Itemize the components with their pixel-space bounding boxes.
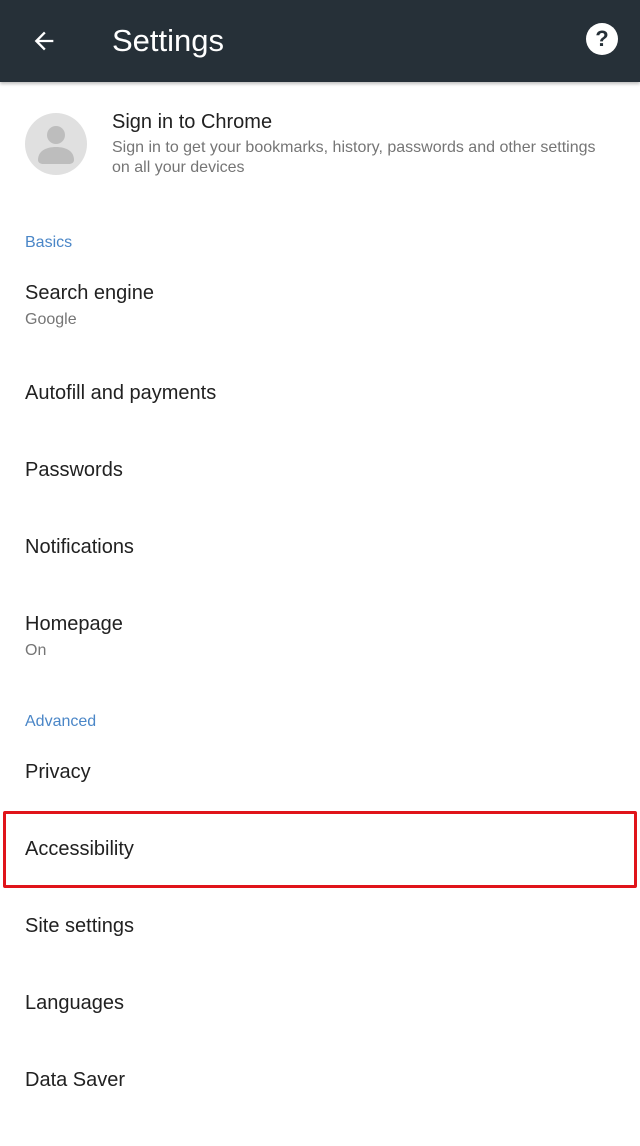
setting-label: Homepage bbox=[25, 613, 123, 635]
section-header-basics: Basics bbox=[25, 234, 73, 251]
setting-label: Languages bbox=[25, 992, 124, 1014]
sign-in-row[interactable]: Sign in to Chrome Sign in to get your bo… bbox=[0, 100, 640, 196]
setting-passwords[interactable]: Passwords bbox=[0, 459, 640, 536]
setting-label: Autofill and payments bbox=[25, 382, 217, 404]
setting-languages[interactable]: Languages bbox=[0, 992, 640, 1069]
setting-label: Accessibility bbox=[25, 838, 134, 860]
setting-data-saver[interactable]: Data Saver bbox=[0, 1069, 640, 1146]
person-icon bbox=[38, 126, 74, 164]
arrow-back-icon bbox=[34, 31, 54, 51]
svg-text:?: ? bbox=[595, 26, 608, 51]
setting-homepage[interactable]: Homepage On bbox=[0, 613, 640, 690]
setting-site-settings[interactable]: Site settings bbox=[0, 915, 640, 992]
setting-search-engine[interactable]: Search engine Google bbox=[0, 282, 640, 359]
setting-value: On bbox=[25, 642, 47, 659]
setting-autofill-and-payments[interactable]: Autofill and payments bbox=[0, 382, 640, 459]
setting-accessibility[interactable]: Accessibility bbox=[0, 838, 640, 915]
setting-privacy[interactable]: Privacy bbox=[0, 761, 640, 838]
section-header-advanced: Advanced bbox=[25, 713, 97, 730]
avatar bbox=[25, 113, 87, 175]
setting-label: Notifications bbox=[25, 536, 134, 558]
setting-label: Passwords bbox=[25, 459, 123, 481]
setting-label: Privacy bbox=[25, 761, 91, 783]
sign-in-subtitle: Sign in to get your bookmarks, history, … bbox=[112, 139, 596, 176]
help-button[interactable]: ? bbox=[583, 20, 621, 58]
page-title: Settings bbox=[112, 23, 225, 58]
back-button[interactable] bbox=[24, 21, 64, 61]
setting-label: Site settings bbox=[25, 915, 134, 937]
setting-notifications[interactable]: Notifications bbox=[0, 536, 640, 613]
help-icon: ? bbox=[586, 23, 618, 55]
setting-value: Google bbox=[25, 311, 77, 328]
sign-in-title: Sign in to Chrome bbox=[112, 111, 273, 133]
setting-label: Search engine bbox=[25, 282, 154, 304]
setting-label: Data Saver bbox=[25, 1069, 126, 1091]
app-bar: Settings ? bbox=[0, 0, 640, 82]
